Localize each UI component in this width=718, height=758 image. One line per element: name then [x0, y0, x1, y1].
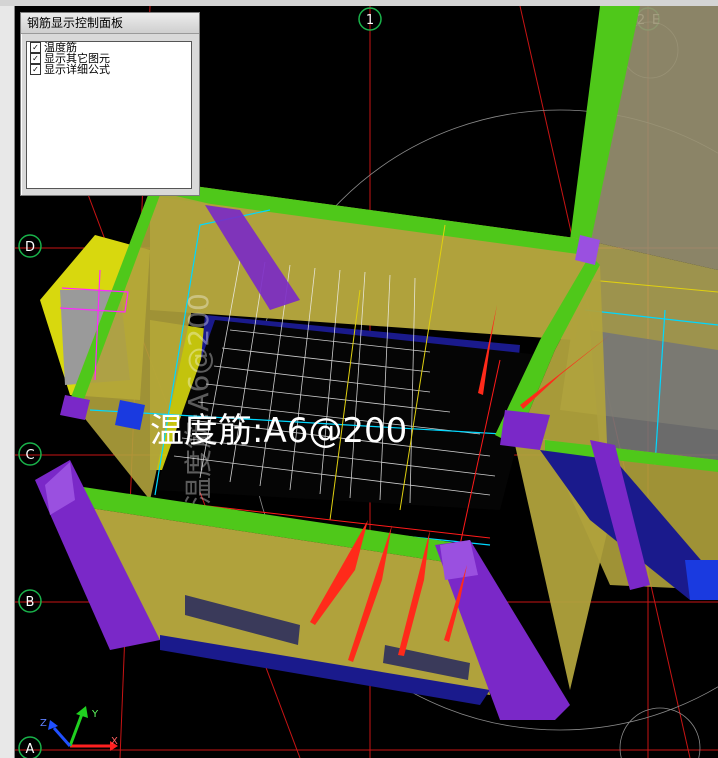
axis-y-label: Y	[91, 709, 99, 720]
grid-label-row-c: C	[25, 448, 34, 463]
grid-label-row-d: D	[25, 240, 35, 255]
grid-label-row-a: A	[26, 742, 35, 757]
rebar-annotation-vertical: 温度筋:A6@200	[182, 293, 215, 505]
checkbox-checked-icon[interactable]: ✓	[30, 64, 41, 75]
rebar-annotation[interactable]: 温度筋:A6@200	[150, 411, 407, 451]
grid-label-col-1: 1	[366, 13, 374, 28]
rebar-display-control-panel[interactable]: 钢筋显示控制面板 ✓ 温度筋 ✓ 显示其它图元 ✓ 显示详细公式	[20, 12, 200, 196]
panel-checkbox-list: ✓ 温度筋 ✓ 显示其它图元 ✓ 显示详细公式	[26, 41, 192, 189]
checkbox-checked-icon[interactable]: ✓	[30, 53, 41, 64]
grid-label-row-b: B	[26, 595, 35, 610]
panel-title: 钢筋显示控制面板	[21, 13, 199, 34]
checkbox-item-show-detailed-formula[interactable]: ✓ 显示详细公式	[27, 64, 191, 75]
axis-x-label: X	[111, 736, 118, 747]
left-ruler-strip	[0, 6, 15, 758]
axis-z-label: Z	[40, 718, 47, 729]
checkbox-checked-icon[interactable]: ✓	[30, 42, 41, 53]
checkbox-label: 显示详细公式	[44, 63, 110, 76]
